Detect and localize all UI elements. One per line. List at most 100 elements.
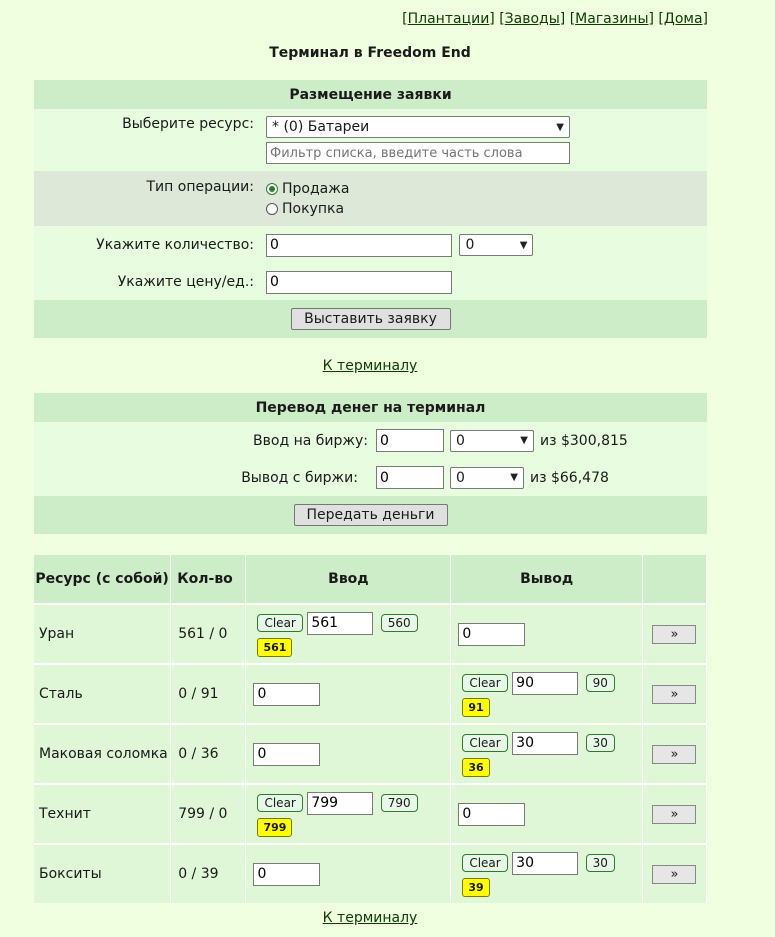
resource-qty: 561 / 0 [170, 603, 247, 664]
qty-label: Укажите количество: [96, 237, 254, 253]
deposit-cell: Clear 790 799 [245, 783, 452, 844]
preset-button[interactable]: 30 [585, 734, 615, 752]
withdraw-cell: Clear 30 39 [450, 843, 643, 903]
out-amount-input[interactable] [458, 802, 526, 826]
qty-row: Укажите количество: 0 ▼ [34, 226, 707, 264]
submit-row-button[interactable]: » [652, 864, 697, 884]
nav-link-plantations[interactable]: Плантации [408, 11, 490, 27]
table-row: Сталь 0 / 91 Clear 90 91 » [34, 663, 708, 724]
place-order-button[interactable]: Выставить заявку [290, 308, 451, 330]
submit-row-button[interactable]: » [652, 804, 697, 824]
resource-qty: 0 / 91 [170, 663, 247, 724]
price-input[interactable] [266, 270, 452, 294]
in-amount-input[interactable] [253, 862, 321, 886]
op-buy-option[interactable]: Покупка [266, 199, 349, 219]
preset-button[interactable]: 560 [380, 614, 418, 632]
clear-button[interactable]: Clear [257, 794, 303, 812]
deposit-amount-input[interactable] [376, 429, 444, 452]
in-amount-input[interactable] [253, 682, 321, 706]
clear-button[interactable]: Clear [462, 674, 508, 692]
withdraw-label: Вывод с биржи: [241, 469, 358, 486]
qty-unit-select[interactable]: 0 ▼ [459, 234, 534, 256]
chevron-down-icon: ▼ [510, 472, 518, 483]
deposit-cell [245, 723, 452, 784]
clear-button[interactable]: Clear [462, 854, 508, 872]
radio-icon[interactable] [266, 203, 278, 215]
action-cell: » [642, 843, 708, 903]
clear-button[interactable]: Clear [462, 734, 508, 752]
order-submit-row: Выставить заявку [34, 300, 707, 338]
preset-button[interactable]: 90 [585, 674, 615, 692]
max-amount-button[interactable]: 91 [462, 697, 490, 717]
chevron-down-icon: ▼ [519, 239, 528, 251]
out-amount-input[interactable] [512, 731, 579, 755]
table-row: Уран 561 / 0 Clear 560 561 » [34, 603, 708, 664]
chevron-down-icon: ▼ [556, 121, 564, 133]
table-header-row: Ресурс (с собой) Кол-во Ввод Вывод [34, 555, 708, 604]
price-row: Укажите цену/ед.: [34, 264, 707, 300]
withdraw-row: Вывод с биржи: 0 ▼ из $66,478 [34, 459, 707, 496]
page-title: Терминал в Freedom End [269, 45, 471, 61]
col-deposit: Ввод [245, 555, 452, 604]
max-amount-button[interactable]: 39 [462, 877, 490, 897]
col-action [642, 555, 708, 604]
nav-link-houses[interactable]: Дома [664, 11, 703, 27]
transfer-submit-row: Передать деньги [34, 496, 707, 534]
preset-button[interactable]: 790 [380, 794, 418, 812]
transfer-panel: Перевод денег на терминал Ввод на биржу:… [34, 393, 707, 534]
deposit-unit-select[interactable]: 0 ▼ [450, 429, 534, 452]
in-amount-input[interactable] [307, 791, 374, 815]
to-terminal-link[interactable]: К терминалу [323, 358, 418, 374]
action-cell: » [642, 603, 708, 664]
withdraw-amount-input[interactable] [376, 466, 444, 489]
radio-selected-icon[interactable] [266, 183, 278, 195]
max-amount-button[interactable]: 36 [462, 757, 490, 777]
filter-input[interactable] [266, 142, 570, 164]
to-terminal-link-bottom[interactable]: К терминалу [323, 910, 418, 926]
nav-link-factories[interactable]: Заводы [505, 11, 560, 27]
transfer-header: Перевод денег на терминал [34, 393, 707, 422]
clear-button[interactable]: Clear [257, 614, 303, 632]
max-amount-button[interactable]: 799 [257, 817, 293, 837]
deposit-unit-value: 0 [456, 432, 465, 449]
max-amount-button[interactable]: 561 [257, 637, 293, 657]
deposit-label: Ввод на биржу: [253, 432, 368, 449]
resource-row: Выберите ресурс: * (0) Батареи ▼ [34, 109, 707, 171]
nav-link-shops[interactable]: Магазины [575, 11, 648, 27]
resource-qty: 0 / 36 [170, 723, 247, 784]
resource-select-value: * (0) Батареи [272, 119, 370, 135]
out-amount-input[interactable] [512, 851, 579, 875]
resource-label: Выберите ресурс: [122, 116, 254, 132]
action-cell: » [642, 723, 708, 784]
withdraw-unit-select[interactable]: 0 ▼ [450, 466, 524, 489]
out-amount-input[interactable] [458, 622, 526, 646]
action-cell: » [642, 663, 708, 724]
submit-row-button[interactable]: » [652, 684, 697, 704]
withdraw-available: из $66,478 [530, 469, 609, 486]
qty-unit-value: 0 [465, 237, 475, 253]
op-buy-label: Покупка [282, 201, 345, 217]
transfer-money-button[interactable]: Передать деньги [293, 504, 448, 526]
preset-button[interactable]: 30 [585, 854, 615, 872]
resource-qty: 799 / 0 [170, 783, 247, 844]
deposit-row: Ввод на биржу: 0 ▼ из $300,815 [34, 422, 707, 459]
action-cell: » [642, 783, 708, 844]
order-panel: Размещение заявки Выберите ресурс: * (0)… [34, 80, 707, 338]
in-amount-input[interactable] [253, 742, 321, 766]
resource-select[interactable]: * (0) Батареи ▼ [266, 116, 570, 138]
operation-label: Тип операции: [146, 179, 255, 195]
resource-name: Технит [34, 783, 172, 844]
deposit-cell [245, 663, 452, 724]
withdraw-cell [450, 783, 643, 844]
in-amount-input[interactable] [307, 611, 374, 635]
out-amount-input[interactable] [512, 671, 579, 695]
op-sell-option[interactable]: Продажа [266, 179, 349, 199]
submit-row-button[interactable]: » [652, 744, 697, 764]
op-sell-label: Продажа [282, 181, 350, 197]
col-withdraw: Вывод [450, 555, 643, 604]
resource-qty: 0 / 39 [170, 843, 247, 903]
qty-input[interactable] [266, 233, 452, 257]
withdraw-unit-value: 0 [456, 469, 465, 486]
withdraw-cell: Clear 30 36 [450, 723, 643, 784]
submit-row-button[interactable]: » [652, 624, 697, 644]
